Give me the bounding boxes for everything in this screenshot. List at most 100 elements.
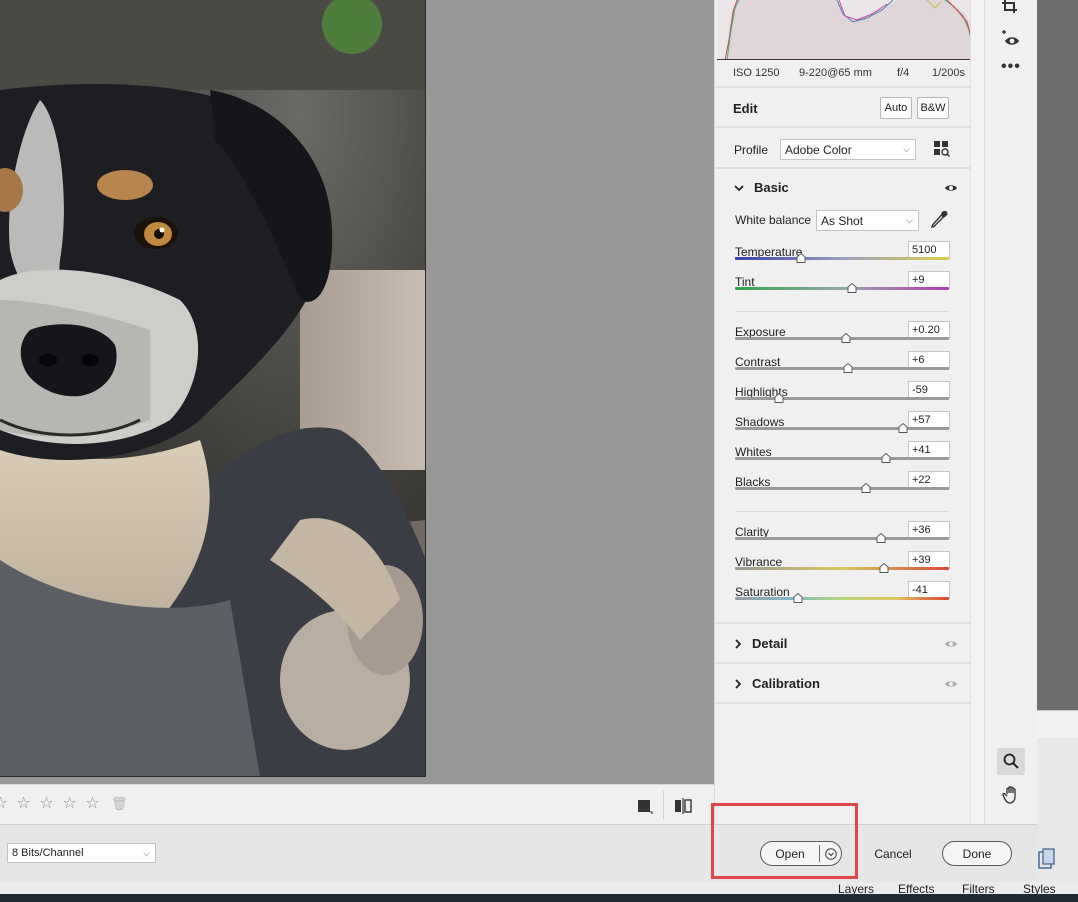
host-app-panel (1037, 738, 1078, 902)
chevron-down-icon: ⌵ (143, 848, 150, 858)
iso-value: ISO 1250 (733, 67, 780, 79)
chevron-right-icon (735, 638, 742, 649)
detail-section-header[interactable]: Detail (734, 636, 787, 651)
slider-thumb[interactable] (796, 253, 806, 263)
auto-button[interactable]: Auto (880, 97, 912, 119)
divider (735, 311, 949, 312)
star-3-icon[interactable]: ☆ (38, 796, 55, 812)
star-5-icon[interactable]: ☆ (84, 796, 101, 812)
slider-track[interactable] (735, 487, 949, 490)
lens-value: 9-220@65 mm (799, 67, 872, 79)
slider-thumb[interactable] (879, 563, 889, 573)
slider-track[interactable] (735, 287, 949, 290)
slider-thumb[interactable] (881, 453, 891, 463)
chevron-right-icon (735, 678, 742, 689)
slider-thumb[interactable] (898, 423, 908, 433)
slider-track[interactable] (735, 367, 949, 370)
eyedropper-icon[interactable] (930, 210, 948, 229)
profile-select[interactable]: Adobe Color ⌵ (780, 139, 916, 160)
slider-tint: Tint +9 (735, 271, 951, 305)
dog-photo (0, 0, 425, 776)
hand-icon[interactable] (1002, 785, 1022, 805)
bw-button[interactable]: B&W (917, 97, 949, 119)
single-view-icon[interactable] (636, 797, 654, 815)
calibration-section-header[interactable]: Calibration (734, 676, 820, 691)
host-app-tabs: Layers Effects Filters Styles (0, 882, 1078, 902)
divider (714, 662, 970, 664)
cancel-button[interactable]: Cancel (864, 842, 922, 865)
white-balance-label: White balance (735, 213, 812, 227)
rating-bar: ☆ ☆ ☆ ☆ ☆ 🗑 (0, 784, 714, 824)
host-app-background (1037, 0, 1078, 902)
divider (714, 126, 970, 128)
open-button-group: Open (760, 841, 842, 866)
star-1-icon[interactable]: ☆ (0, 796, 9, 812)
profile-browser-icon[interactable] (933, 140, 950, 157)
eye-icon[interactable] (944, 183, 958, 193)
aperture-value: f/4 (897, 67, 910, 79)
slider-thumb[interactable] (861, 483, 871, 493)
slider-track[interactable] (735, 427, 949, 430)
image-canvas[interactable] (0, 0, 714, 784)
divider (714, 86, 970, 88)
slider-saturation: Saturation -41 (735, 581, 951, 615)
divider (714, 622, 970, 624)
star-4-icon[interactable]: ☆ (61, 796, 78, 812)
eye-icon[interactable] (944, 639, 958, 649)
chevron-down-circle-icon (825, 847, 837, 860)
crop-icon[interactable] (1001, 0, 1021, 14)
profile-label: Profile (734, 143, 769, 157)
star-2-icon[interactable]: ☆ (15, 796, 32, 812)
photo-preview[interactable] (0, 0, 426, 777)
slider-track[interactable] (735, 567, 949, 570)
shutter-value: 1/200s (932, 67, 966, 79)
slider-thumb[interactable] (847, 283, 857, 293)
white-balance-select[interactable]: As Shot ⌵ (816, 210, 919, 231)
basic-section-header[interactable]: Basic (734, 180, 789, 195)
basic-title: Basic (754, 180, 789, 195)
tool-strip: ••• (984, 0, 1037, 824)
slider-track[interactable] (735, 257, 949, 260)
bit-depth-value: 8 Bits/Channel (12, 847, 84, 859)
red-eye-icon[interactable] (1000, 30, 1022, 48)
divider (735, 511, 949, 512)
slider-track[interactable] (735, 397, 949, 400)
slider-thumb[interactable] (793, 593, 803, 603)
star-rating[interactable]: ☆ ☆ ☆ ☆ ☆ 🗑 (0, 796, 128, 812)
host-taskbar (0, 894, 1078, 902)
chevron-down-icon: ⌵ (903, 144, 910, 154)
done-button[interactable]: Done (942, 841, 1012, 866)
zoom-tool-button[interactable] (997, 748, 1025, 775)
host-app-strip (1037, 710, 1078, 738)
eye-icon[interactable] (944, 679, 958, 689)
slider-thumb[interactable] (843, 363, 853, 373)
bar-divider (663, 791, 664, 819)
calibration-title: Calibration (752, 676, 820, 691)
panel-scrollbar[interactable] (970, 0, 984, 824)
slider-track[interactable] (735, 597, 949, 600)
before-after-icon[interactable] (674, 797, 692, 815)
open-button[interactable]: Open (761, 842, 819, 865)
slider-track[interactable] (735, 457, 949, 460)
bit-depth-select[interactable]: 8 Bits/Channel ⌵ (7, 843, 156, 863)
edit-title: Edit (733, 101, 758, 116)
profile-value: Adobe Color (785, 142, 852, 157)
slider-track[interactable] (735, 537, 949, 540)
open-options-button[interactable] (821, 842, 841, 865)
white-balance-value: As Shot (821, 213, 864, 228)
button-divider (819, 845, 820, 862)
slider-thumb[interactable] (876, 533, 886, 543)
divider (714, 702, 970, 704)
zoom-icon (1003, 753, 1019, 769)
histogram (717, 0, 981, 60)
detail-title: Detail (752, 636, 788, 651)
styles-icon (1038, 848, 1055, 869)
slider-thumb[interactable] (774, 393, 784, 403)
divider (714, 167, 970, 169)
more-icon[interactable]: ••• (1001, 58, 1021, 76)
chevron-down-icon (734, 184, 744, 191)
slider-thumb[interactable] (841, 333, 851, 343)
trash-icon[interactable]: 🗑 (111, 796, 128, 812)
slider-blacks: Blacks +22 (735, 471, 951, 505)
chevron-down-icon: ⌵ (906, 215, 913, 225)
